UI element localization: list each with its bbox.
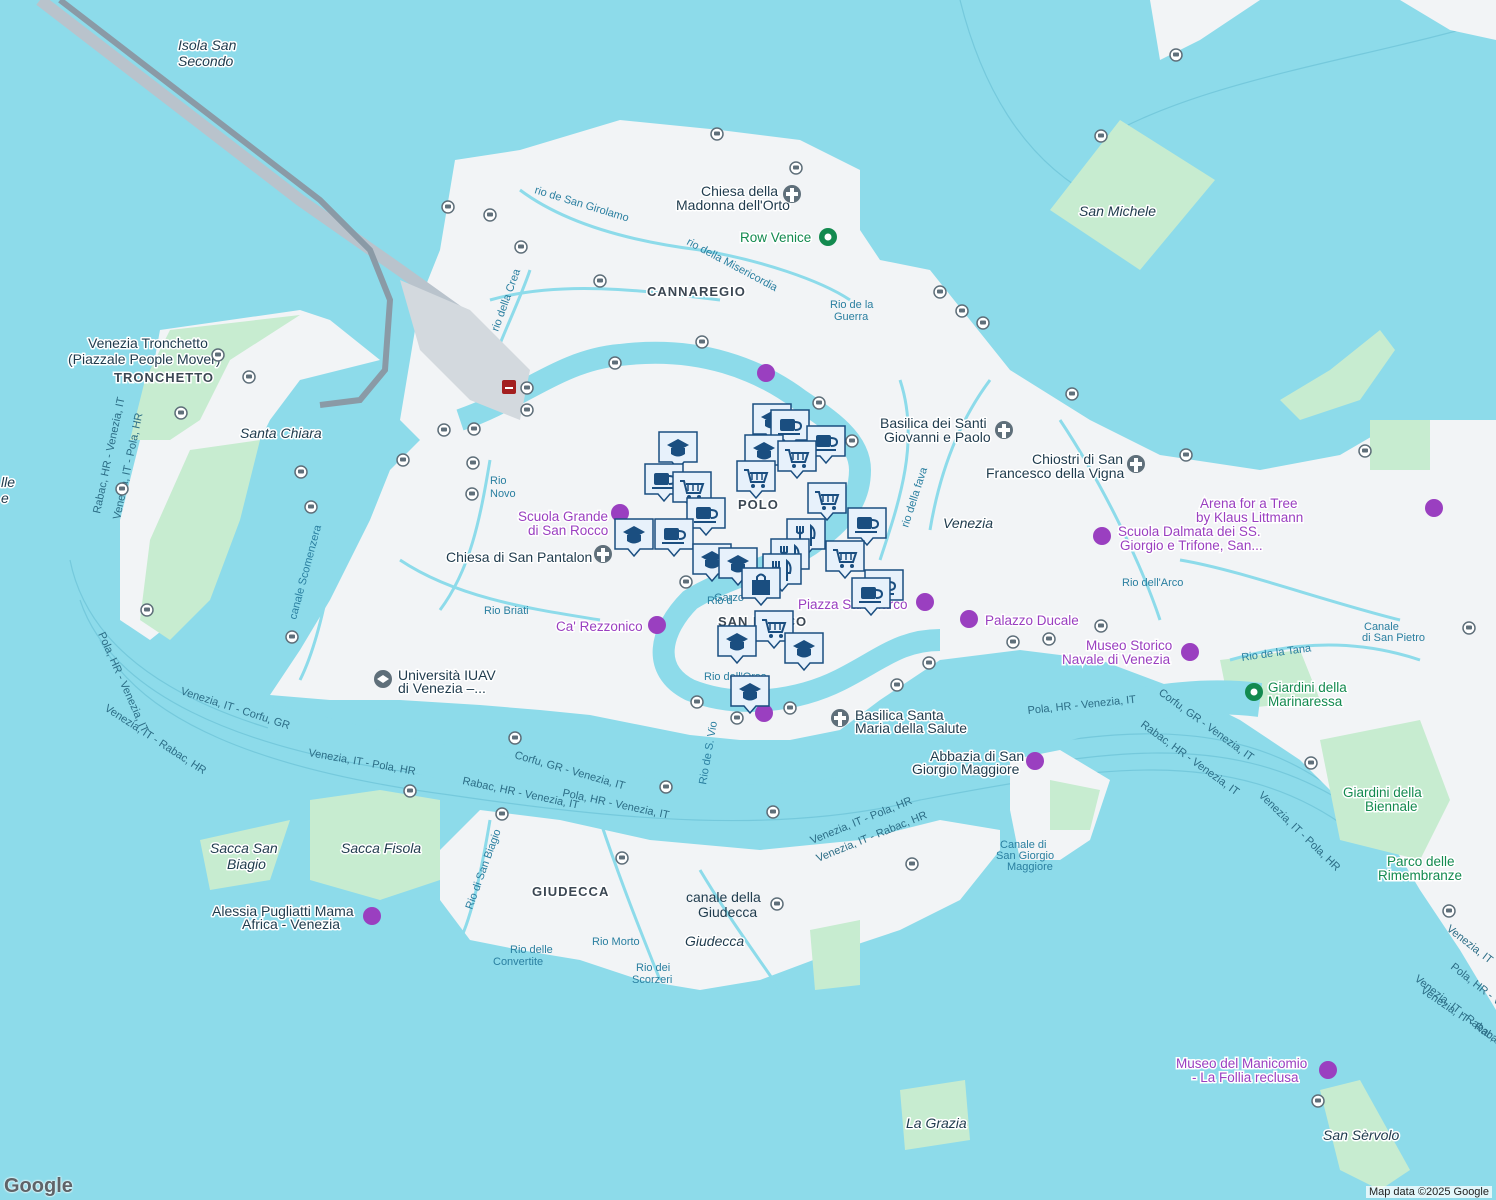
- canal-convertite-2: Convertite: [493, 956, 543, 968]
- poi-row-venice: Row Venice: [740, 230, 811, 245]
- poi-scuola-dalmata-2: Giorgio e Trifone, San...: [1120, 538, 1263, 553]
- poi-rezzonico: Ca' Rezzonico: [556, 619, 643, 634]
- poi-museo-navale-2: Navale di Venezia: [1062, 652, 1171, 667]
- canal-scorzeri-1: Rio dei: [636, 962, 670, 974]
- poi-ducale: Palazzo Ducale: [985, 613, 1079, 628]
- poi-museo-navale-1: Museo Storico: [1086, 638, 1172, 653]
- place-san-michele: San Michele: [1079, 203, 1156, 219]
- poi-iuav-2: di Venezia –...: [398, 680, 486, 696]
- canal-convertite-1: Rio delle: [510, 944, 553, 956]
- poi-salute-2: Maria della Salute: [855, 720, 967, 736]
- district-polo: POLO: [738, 497, 779, 512]
- university-icon[interactable]: [374, 670, 392, 688]
- place-edge-2: e: [1, 490, 9, 506]
- poi-manicomio-1: Museo del Manicomio: [1176, 1056, 1307, 1071]
- poi-manicomio-2: - La Follia reclusa: [1192, 1070, 1299, 1085]
- canal-scorzeri-2: Scorzeri: [632, 974, 672, 986]
- poi-chiostri-2: Francesco della Vigna: [986, 465, 1124, 481]
- place-la-grazia: La Grazia: [906, 1115, 967, 1131]
- poi-san-pantalon: Chiesa di San Pantalon: [446, 549, 592, 565]
- canal-pietro-2: di San Pietro: [1362, 632, 1425, 644]
- poi-arena-1: Arena for a Tree: [1200, 496, 1298, 511]
- poi-giardini-marinaressa-2: Marinaressa: [1268, 694, 1343, 709]
- giudecca-green: [810, 920, 860, 990]
- google-logo: Google: [4, 1175, 73, 1197]
- place-venezia: Venezia: [943, 515, 993, 531]
- poi-scuola-rocco-2: di San Rocco: [528, 523, 608, 538]
- canal-garzoni-2: Garzo: [714, 592, 744, 604]
- canal-arco: Rio dell'Arco: [1122, 577, 1183, 589]
- place-tronchetto-station-1: Venezia Tronchetto: [88, 335, 208, 351]
- canal-rio-novo-2: Novo: [490, 488, 516, 500]
- poi-san-giorgio-2: Giorgio Maggiore: [912, 761, 1020, 777]
- canal-briati: Rio Briati: [484, 605, 529, 617]
- place-giudecca: Giudecca: [685, 933, 744, 949]
- mainland-park: [1370, 420, 1430, 470]
- place-sacca-san-biagio-1: Sacca San: [210, 840, 278, 856]
- poi-giardini-marinaressa-1: Giardini della: [1268, 680, 1347, 695]
- place-santa-chiara: Santa Chiara: [240, 425, 322, 441]
- poi-scuola-dalmata-1: Scuola Dalmata dei SS.: [1118, 524, 1261, 539]
- poi-parco-rimembranze-1: Parco delle: [1387, 854, 1455, 869]
- district-tronchetto: TRONCHETTO: [114, 370, 214, 385]
- place-sacca-fisola: Sacca Fisola: [341, 840, 421, 856]
- poi-madonna-orto-2: Madonna dell'Orto: [676, 197, 790, 213]
- map-attribution[interactable]: Map data ©2025 Google: [1365, 1186, 1492, 1198]
- poi-giardini-biennale-1: Giardini della: [1343, 785, 1422, 800]
- canal-giudecca-1: canale della: [686, 889, 761, 905]
- place-isola-san-secondo-2: Secondo: [178, 53, 233, 69]
- canal-guerra-2: Guerra: [834, 311, 869, 323]
- poi-santi-giovanni-2: Giovanni e Paolo: [884, 429, 991, 445]
- map-canvas[interactable]: CANNAREGIO TRONCHETTO GIUDECCA POLO SAN …: [0, 0, 1496, 1200]
- poi-arena-2: by Klaus Littmann: [1196, 510, 1303, 525]
- canal-rio-novo-1: Rio: [490, 475, 507, 487]
- canal-san-giorgio-3: Maggiore: [1007, 861, 1053, 873]
- poi-giardini-biennale-2: Biennale: [1365, 799, 1418, 814]
- canal-morto: Rio Morto: [592, 936, 640, 948]
- place-tronchetto-station-2: (Piazzale People Mover): [68, 351, 221, 367]
- place-edge-1: lle: [1, 474, 15, 490]
- district-cannaregio: CANNAREGIO: [647, 284, 746, 299]
- poi-parco-rimembranze-2: Rimembranze: [1378, 868, 1462, 883]
- canal-giudecca-2: Giudecca: [698, 904, 757, 920]
- place-san-servolo: San Sèrvolo: [1323, 1127, 1399, 1143]
- poi-scuola-rocco-1: Scuola Grande: [518, 509, 608, 524]
- district-giudecca: GIUDECCA: [532, 884, 609, 899]
- poi-mama-africa-2: Africa - Venezia: [242, 916, 340, 932]
- place-sacca-san-biagio-2: Biagio: [227, 856, 266, 872]
- canal-guerra-1: Rio de la: [830, 299, 874, 311]
- place-isola-san-secondo-1: Isola San: [178, 37, 237, 53]
